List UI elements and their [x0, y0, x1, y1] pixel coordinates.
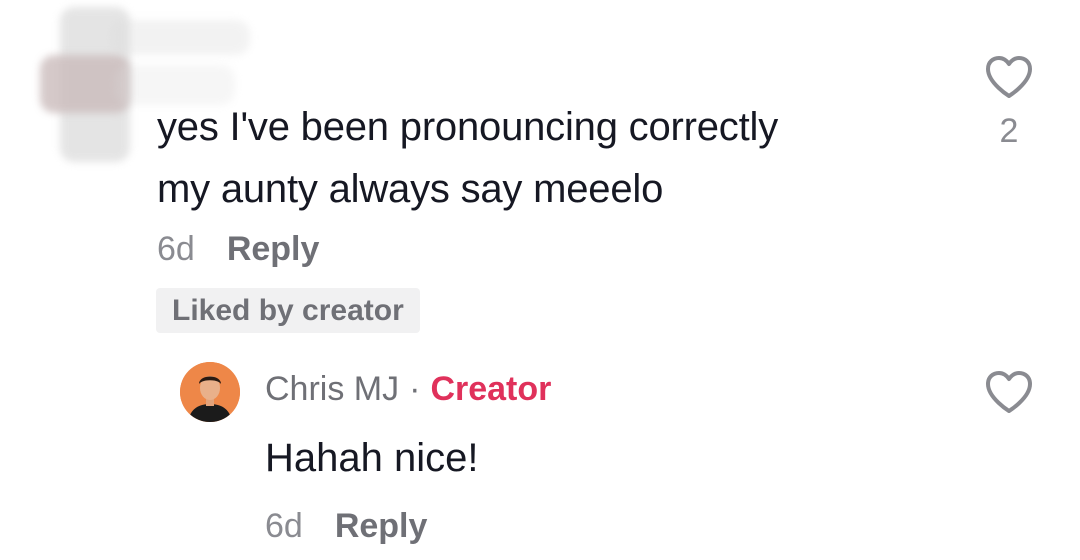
- comment-like-count: 2: [999, 112, 1019, 150]
- comment-thread: yes I've been pronouncing correctly my a…: [0, 0, 1080, 560]
- reply-reply-button[interactable]: Reply: [335, 507, 428, 546]
- heart-outline-icon: [986, 56, 1032, 98]
- liked-by-creator-badge: Liked by creator: [156, 288, 420, 333]
- comment-timestamp: 6d: [157, 230, 195, 268]
- reply-timestamp: 6d: [265, 507, 303, 545]
- reply-like-button[interactable]: [983, 368, 1035, 416]
- comment-like-button[interactable]: [983, 53, 1035, 101]
- avatar-image: [180, 362, 240, 422]
- comment-text: yes I've been pronouncing correctly my a…: [157, 105, 778, 211]
- reply-text: Hahah nice!: [265, 436, 479, 480]
- avatar[interactable]: [180, 362, 240, 422]
- reply-header: Chris MJ · Creator: [265, 370, 551, 409]
- comment-reply-button[interactable]: Reply: [227, 230, 320, 269]
- creator-tag: Creator: [430, 370, 552, 408]
- separator-dot: ·: [409, 370, 421, 408]
- comment-meta: 6d Reply: [157, 230, 319, 269]
- reply-meta: 6d Reply: [265, 507, 427, 546]
- reply-author-name[interactable]: Chris MJ: [265, 370, 399, 409]
- heart-outline-icon: [986, 371, 1032, 413]
